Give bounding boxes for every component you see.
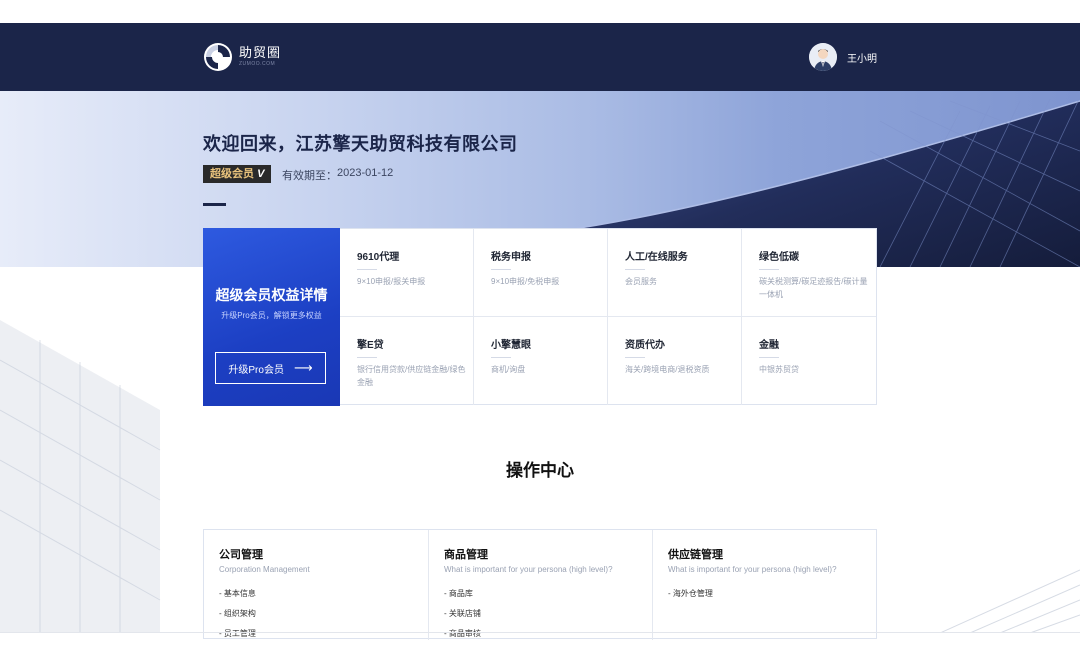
benefit-desc: 碳关税测算/碳足迹报告/碳计量一体机	[759, 277, 868, 299]
menu-link[interactable]: - 商品审核	[444, 627, 653, 647]
supply-chain-card: 供应链管理 What is important for your persona…	[652, 530, 876, 640]
arrow-right-icon: ⟶	[293, 360, 313, 375]
member-badge-label: 超级会员	[210, 168, 254, 180]
member-benefits-panel: 超级会员权益详情 升级Pro会员，解锁更多权益 升级Pro会员 ⟶ 9610代理…	[203, 228, 877, 406]
super-member-badge: 超级会员 V	[203, 165, 272, 183]
benefit-divider	[759, 357, 779, 358]
user-menu[interactable]: 王小明	[809, 43, 877, 71]
operation-center-title: 操作中心	[506, 461, 574, 480]
benefits-title: 超级会员权益详情	[215, 287, 328, 303]
card-subtitle: What is important for your persona (high…	[668, 565, 837, 574]
benefit-title: 擎E贷	[357, 340, 384, 351]
benefit-divider	[625, 269, 645, 270]
top-navbar: 助贸圈 ZUMOO.COM 王小明	[0, 23, 1080, 91]
logo-name: 助贸圈	[239, 46, 282, 61]
logo-icon	[204, 43, 232, 71]
operation-center-panel: 公司管理 Corporation Management - 基本信息 - 组织架…	[203, 529, 877, 640]
expiry-label: 有效期至：	[282, 170, 337, 182]
benefit-desc: 会员服务	[625, 277, 657, 286]
menu-link[interactable]: - 员工管理	[219, 627, 429, 647]
menu-link[interactable]: - 海外仓管理	[668, 587, 876, 607]
benefit-desc: 9×10申报/免税申报	[491, 277, 560, 286]
menu-link[interactable]: - 商品库	[444, 587, 653, 607]
card-title: 供应链管理	[668, 549, 723, 561]
benefit-desc: 海关/跨境电商/退税资质	[625, 365, 710, 374]
card-subtitle: What is important for your persona (high…	[444, 565, 613, 574]
benefits-summary: 超级会员权益详情 升级Pro会员，解锁更多权益 升级Pro会员 ⟶	[203, 228, 340, 406]
benefit-divider	[491, 269, 511, 270]
benefit-item[interactable]: 绿色低碳 碳关税测算/碳足迹报告/碳计量一体机	[742, 229, 876, 317]
benefit-divider	[759, 269, 779, 270]
benefit-title: 小擎慧眼	[491, 340, 531, 351]
membership-expiry: 有效期至： 2023-01-12	[282, 167, 393, 183]
benefit-divider	[625, 357, 645, 358]
card-subtitle: Corporation Management	[219, 565, 310, 574]
benefit-title: 金融	[759, 340, 779, 351]
username: 王小明	[847, 53, 877, 65]
benefit-desc: 银行信用贷款/供应链金融/绿色金融	[357, 365, 466, 387]
benefit-divider	[357, 269, 377, 270]
upgrade-pro-button[interactable]: 升级Pro会员 ⟶	[215, 352, 326, 384]
upgrade-pro-label: 升级Pro会员	[228, 364, 284, 376]
benefit-title: 人工/在线服务	[625, 252, 688, 263]
logo[interactable]: 助贸圈 ZUMOO.COM	[203, 39, 281, 75]
benefit-title: 税务申报	[491, 252, 531, 263]
benefit-title: 资质代办	[625, 340, 665, 351]
benefit-item[interactable]: 小擎慧眼 商机/询盘	[474, 317, 608, 405]
menu-link[interactable]: - 基本信息	[219, 587, 429, 607]
menu-link[interactable]: - 组织架构	[219, 607, 429, 627]
heading-underline	[203, 203, 226, 206]
benefit-title: 绿色低碳	[759, 252, 799, 263]
benefit-item[interactable]: 9610代理 9×10申报/报关申报	[340, 229, 474, 317]
product-management-card: 商品管理 What is important for your persona …	[428, 530, 653, 640]
company-management-card: 公司管理 Corporation Management - 基本信息 - 组织架…	[204, 530, 429, 640]
benefit-title: 9610代理	[357, 252, 400, 263]
background-building-right	[940, 569, 1080, 633]
verified-mark: V	[257, 168, 265, 180]
menu-link[interactable]: - 关联店铺	[444, 607, 653, 627]
benefit-item[interactable]: 资质代办 海关/跨境电商/退税资质	[608, 317, 742, 405]
benefit-desc: 中银苏贸贷	[759, 365, 799, 374]
benefit-item[interactable]: 擎E贷 银行信用贷款/供应链金融/绿色金融	[340, 317, 474, 405]
benefit-desc: 9×10申报/报关申报	[357, 277, 426, 286]
card-title: 公司管理	[219, 549, 263, 561]
benefit-divider	[357, 357, 377, 358]
benefit-desc: 商机/询盘	[491, 365, 526, 374]
welcome-heading: 欢迎回来，江苏擎天助贸科技有限公司	[203, 134, 518, 154]
benefit-divider	[491, 357, 511, 358]
benefit-item[interactable]: 人工/在线服务 会员服务	[608, 229, 742, 317]
expiry-date: 2023-01-12	[337, 167, 394, 179]
top-spacer	[0, 0, 1080, 23]
card-title: 商品管理	[444, 549, 488, 561]
benefit-item[interactable]: 税务申报 9×10申报/免税申报	[474, 229, 608, 317]
benefit-item[interactable]: 金融 中银苏贸贷	[742, 317, 876, 405]
user-avatar-icon	[809, 43, 837, 71]
logo-domain: ZUMOO.COM	[239, 61, 276, 67]
benefits-subtitle: 升级Pro会员，解锁更多权益	[221, 311, 322, 320]
